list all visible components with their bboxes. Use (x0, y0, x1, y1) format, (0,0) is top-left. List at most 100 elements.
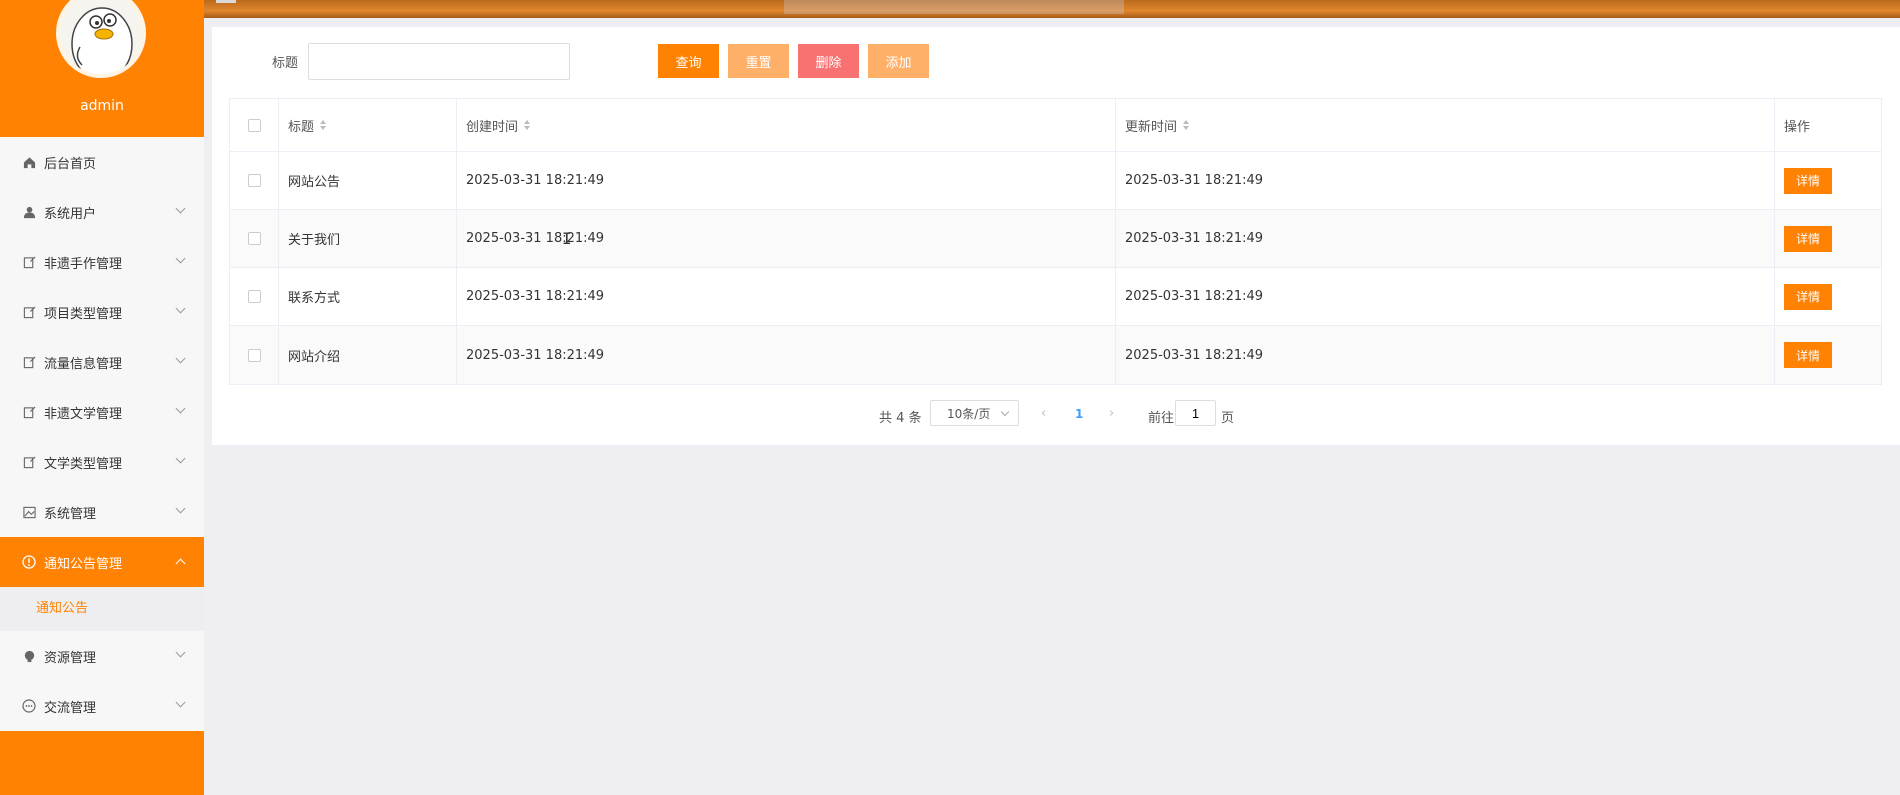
query-button[interactable]: 查询 (658, 44, 719, 78)
top-bar-handle (216, 0, 236, 3)
cell-action: 详情 (1775, 326, 1881, 384)
sidebar-item-communication[interactable]: 交流管理 (0, 681, 204, 731)
reset-button[interactable]: 重置 (728, 44, 789, 78)
sidebar-item-heritage-crafts[interactable]: 非遗手作管理 (0, 237, 204, 287)
chevron-down-icon (175, 503, 186, 514)
text-cursor-icon: I (562, 229, 572, 248)
cell-title: 网站公告 (279, 152, 457, 209)
header-created[interactable]: 创建时间 (457, 99, 1116, 151)
row-check-cell (230, 326, 279, 384)
sidebar-item-label: 非遗手作管理 (44, 256, 123, 272)
sidebar-item-literature-types[interactable]: 文学类型管理 (0, 437, 204, 487)
sidebar-item-system-users[interactable]: 系统用户 (0, 187, 204, 237)
sidebar-item-label: 资源管理 (44, 650, 97, 666)
table-row: 关于我们 2025-03-31 18:21:49 2025-03-31 18:2… (230, 210, 1881, 268)
row-check-cell (230, 152, 279, 209)
chevron-down-icon (175, 253, 186, 264)
chevron-up-icon (175, 558, 186, 569)
cell-action: 详情 (1775, 268, 1881, 325)
chevron-down-icon (175, 647, 186, 658)
sidebar-item-traffic-info[interactable]: 流量信息管理 (0, 337, 204, 387)
row-checkbox[interactable] (247, 290, 261, 303)
row-checkbox[interactable] (247, 174, 261, 187)
cell-updated: 2025-03-31 18:21:49 (1116, 326, 1775, 384)
chevron-down-icon (175, 353, 186, 364)
row-check-cell (230, 268, 279, 325)
cell-updated: 2025-03-31 18:21:49 (1116, 152, 1775, 209)
detail-button[interactable]: 详情 (1784, 283, 1832, 310)
sidebar-subitem-notice[interactable]: 通知公告 (0, 587, 204, 631)
doc-edit-icon (22, 355, 36, 369)
sort-icon[interactable] (1183, 120, 1190, 130)
goto-unit-label: 页 (1221, 411, 1235, 426)
cell-title: 关于我们 (279, 210, 457, 267)
goto-page-input[interactable] (1175, 400, 1216, 426)
user-profile: admin (0, 0, 204, 137)
doc-edit-icon (22, 305, 36, 319)
sidebar-item-label: 项目类型管理 (44, 306, 123, 322)
detail-button[interactable]: 详情 (1784, 167, 1832, 194)
duck-avatar-icon (60, 0, 142, 74)
row-checkbox[interactable] (247, 232, 261, 245)
row-check-cell (230, 210, 279, 267)
row-checkbox[interactable] (247, 348, 261, 362)
sidebar-item-resources[interactable]: 资源管理 (0, 631, 204, 681)
column-header-created: 创建时间 (466, 119, 519, 135)
user-icon (22, 205, 36, 219)
pagination-total: 共 4 条 (879, 411, 922, 426)
select-all-checkbox[interactable] (247, 118, 261, 132)
avatar[interactable] (56, 0, 146, 78)
main-panel: 标题 查询 重置 删除 添加 标题 创建时间 更新时间 操作 网站公告 2025… (212, 27, 1900, 445)
table-header: 标题 创建时间 更新时间 操作 (230, 99, 1881, 152)
cell-title: 联系方式 (279, 268, 457, 325)
chevron-down-icon (175, 697, 186, 708)
table-row: 网站公告 2025-03-31 18:21:49 2025-03-31 18:2… (230, 152, 1881, 210)
sidebar: admin 后台首页 系统用户 非遗手作管理 项目类型管理 流量信息管理 非遗文… (0, 0, 204, 795)
notice-table: 标题 创建时间 更新时间 操作 网站公告 2025-03-31 18:21:49… (229, 98, 1882, 385)
username: admin (80, 98, 124, 114)
doc-edit-icon (22, 405, 36, 419)
table-row: 联系方式 2025-03-31 18:21:49 2025-03-31 18:2… (230, 268, 1881, 326)
page-size-value: 10条/页 (947, 406, 991, 421)
sort-icon[interactable] (524, 120, 531, 130)
sidebar-item-label: 系统管理 (44, 506, 97, 522)
header-updated[interactable]: 更新时间 (1116, 99, 1775, 151)
sidebar-item-label: 交流管理 (44, 700, 97, 716)
home-icon (22, 155, 36, 169)
cell-action: 详情 (1775, 210, 1881, 267)
sidebar-item-label: 后台首页 (44, 156, 97, 172)
doc-edit-icon (22, 255, 36, 269)
chat-icon (22, 699, 36, 713)
cell-created: 2025-03-31 18:21:49 (457, 210, 1116, 267)
cell-action: 详情 (1775, 152, 1881, 209)
sidebar-item-label: 非遗文学管理 (44, 406, 123, 422)
header-title[interactable]: 标题 (279, 99, 457, 151)
title-search-input[interactable] (308, 43, 570, 80)
sidebar-item-label: 系统用户 (44, 206, 97, 222)
chevron-down-icon (175, 453, 186, 464)
cell-created: 2025-03-31 18:21:49 (457, 326, 1116, 384)
search-label: 标题 (272, 56, 299, 71)
add-button[interactable]: 添加 (868, 44, 929, 78)
detail-button[interactable]: 详情 (1784, 342, 1832, 368)
sidebar-item-system-management[interactable]: 系统管理 (0, 487, 204, 537)
sidebar-item-notice-management[interactable]: 通知公告管理 (0, 537, 204, 587)
bulb-icon (22, 649, 36, 663)
cell-title: 网站介绍 (279, 326, 457, 384)
page-number-current[interactable]: 1 (1075, 407, 1083, 421)
top-bar-center (784, 0, 1124, 14)
sort-icon[interactable] (320, 120, 327, 130)
sidebar-item-project-types[interactable]: 项目类型管理 (0, 287, 204, 337)
page-size-select[interactable]: 10条/页 (930, 400, 1019, 426)
goto-label: 前往 (1148, 411, 1175, 426)
detail-button[interactable]: 详情 (1784, 225, 1832, 252)
next-page-icon[interactable]: › (1109, 406, 1114, 421)
doc-edit-icon (22, 455, 36, 469)
delete-button[interactable]: 删除 (798, 44, 859, 78)
sidebar-menu: 后台首页 系统用户 非遗手作管理 项目类型管理 流量信息管理 非遗文学管理 文学… (0, 137, 204, 731)
chevron-down-icon (175, 403, 186, 414)
sidebar-item-home[interactable]: 后台首页 (0, 137, 204, 187)
sidebar-item-heritage-literature[interactable]: 非遗文学管理 (0, 387, 204, 437)
prev-page-icon[interactable]: ‹ (1041, 406, 1046, 421)
header-action: 操作 (1775, 99, 1881, 151)
